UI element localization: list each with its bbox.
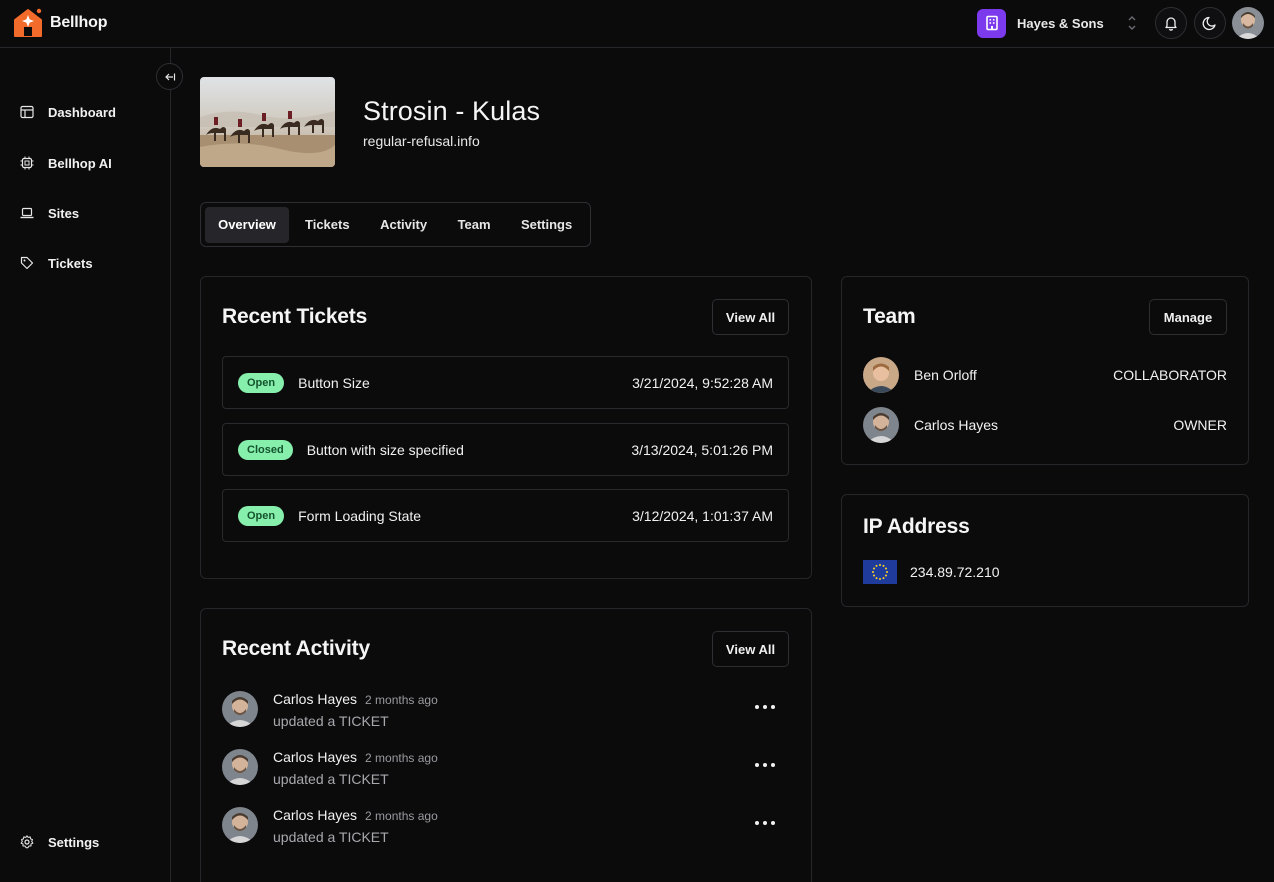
sidebar-item-label: Bellhop AI	[48, 155, 112, 171]
bellhop-logo-icon	[14, 8, 42, 37]
sidebar-item-sites[interactable]: Sites	[20, 201, 79, 225]
team-member-role: OWNER	[1173, 417, 1227, 433]
activity-time: 2 months ago	[365, 693, 438, 707]
sidebar-item-dashboard[interactable]: Dashboard	[20, 100, 116, 124]
notifications-button[interactable]	[1155, 7, 1187, 39]
avatar	[222, 749, 258, 785]
layout-icon	[20, 105, 34, 119]
chip-icon	[20, 156, 34, 170]
sidebar-item-tickets[interactable]: Tickets	[20, 251, 93, 275]
tab-activity[interactable]: Activity	[366, 207, 442, 243]
sidebar-item-label: Sites	[48, 205, 80, 221]
avatar	[222, 691, 258, 727]
building-icon	[977, 8, 1006, 38]
moon-icon	[1202, 16, 1216, 31]
ticket-date: 3/13/2024, 5:01:26 PM	[631, 441, 773, 458]
bell-icon	[1165, 17, 1177, 31]
chevron-updown-icon	[1128, 16, 1136, 30]
more-options-icon[interactable]	[755, 817, 775, 829]
team-member-name: Carlos Hayes	[914, 417, 999, 433]
tab-tickets[interactable]: Tickets	[289, 207, 366, 243]
card-title: Recent Activity	[222, 637, 370, 660]
card-title: IP Address	[863, 515, 970, 538]
activity-item: Carlos Hayes 2 months ago updated a TICKE…	[222, 749, 789, 789]
status-badge: Open	[238, 372, 285, 393]
tab-team[interactable]: Team	[442, 207, 507, 243]
activity-user: Carlos Hayes	[273, 691, 358, 707]
manage-team-button[interactable]: Manage	[1149, 299, 1227, 335]
team-member-name: Ben Orloff	[914, 367, 977, 383]
site-thumbnail	[200, 77, 335, 167]
ticket-name: Form Loading State	[298, 507, 422, 524]
activity-item: Carlos Hayes 2 months ago updated a TICKE…	[222, 691, 789, 731]
top-bar: Bellhop Hayes & Sons	[0, 0, 1274, 48]
avatar	[863, 357, 899, 393]
site-title: Strosin - Kulas	[363, 96, 541, 126]
tab-overview[interactable]: Overview	[205, 206, 289, 243]
activity-user: Carlos Hayes	[273, 749, 358, 765]
theme-toggle-button[interactable]	[1194, 7, 1226, 39]
view-all-tickets-button[interactable]: View All	[712, 299, 789, 335]
status-badge: Closed	[238, 439, 293, 460]
sidebar-item-bellhop-ai[interactable]: Bellhop AI	[20, 151, 112, 175]
brand[interactable]: Bellhop	[12, 7, 107, 39]
activity-item: Carlos Hayes 2 months ago updated a TICKE…	[222, 807, 789, 847]
more-options-icon[interactable]	[755, 759, 775, 771]
activity-action: updated a TICKET	[273, 713, 389, 729]
ticket-date: 3/12/2024, 1:01:37 AM	[632, 507, 773, 524]
activity-action: updated a TICKET	[273, 771, 389, 787]
app-name: Bellhop	[50, 14, 108, 31]
ip-address-value: 234.89.72.210	[910, 564, 1000, 580]
card-title: Recent Tickets	[222, 305, 368, 328]
site-domain[interactable]: regular-refusal.info	[363, 133, 480, 149]
avatar	[222, 807, 258, 843]
org-switcher[interactable]: Hayes & Sons	[977, 8, 1143, 38]
sidebar-item-label: Settings	[48, 834, 100, 850]
ip-row: 234.89.72.210	[863, 560, 1000, 584]
more-options-icon[interactable]	[755, 701, 775, 713]
eu-flag-icon	[863, 560, 897, 584]
status-badge: Open	[238, 505, 285, 526]
ticket-name: Button with size specified	[306, 441, 464, 458]
site-tabs: Overview Tickets Activity Team Settings	[200, 202, 591, 247]
user-avatar[interactable]	[1232, 7, 1264, 39]
activity-time: 2 months ago	[365, 751, 438, 765]
tab-settings[interactable]: Settings	[507, 207, 587, 243]
activity-user: Carlos Hayes	[273, 807, 358, 823]
laptop-icon	[20, 207, 34, 219]
ticket-row[interactable]: Open Form Loading State 3/12/2024, 1:01:…	[222, 489, 789, 542]
team-member: Ben Orloff COLLABORATOR	[863, 357, 1227, 393]
ticket-row[interactable]: Open Button Size 3/21/2024, 9:52:28 AM	[222, 356, 789, 409]
gear-icon	[20, 835, 34, 849]
recent-activity-card: Recent Activity View All Carlos Hayes 2 m…	[200, 608, 812, 882]
ticket-name: Button Size	[298, 374, 370, 391]
sidebar: Dashboard Bellhop AI Sites Tickets Setti…	[0, 48, 171, 882]
activity-action: updated a TICKET	[273, 829, 389, 845]
collapse-sidebar-button[interactable]	[156, 63, 183, 90]
team-member: Carlos Hayes OWNER	[863, 407, 1227, 443]
tag-icon	[20, 256, 34, 270]
card-title: Team	[863, 305, 916, 328]
ticket-date: 3/21/2024, 9:52:28 AM	[632, 374, 773, 391]
ticket-row[interactable]: Closed Button with size specified 3/13/2…	[222, 423, 789, 476]
avatar	[863, 407, 899, 443]
sidebar-item-label: Dashboard	[48, 104, 116, 120]
org-name: Hayes & Sons	[1017, 15, 1104, 31]
recent-tickets-card: Recent Tickets View All Open Button Size…	[200, 276, 812, 579]
team-card: Team Manage Ben Orloff COLLABORATOR Carl…	[841, 276, 1249, 465]
view-all-activity-button[interactable]: View All	[712, 631, 789, 667]
activity-time: 2 months ago	[365, 809, 438, 823]
ip-address-card: IP Address 234.89.72.210	[841, 494, 1249, 607]
sidebar-item-label: Tickets	[48, 255, 93, 271]
team-member-role: COLLABORATOR	[1113, 367, 1227, 383]
arrow-left-bar-icon	[164, 73, 175, 80]
sidebar-item-settings[interactable]: Settings	[20, 830, 99, 854]
